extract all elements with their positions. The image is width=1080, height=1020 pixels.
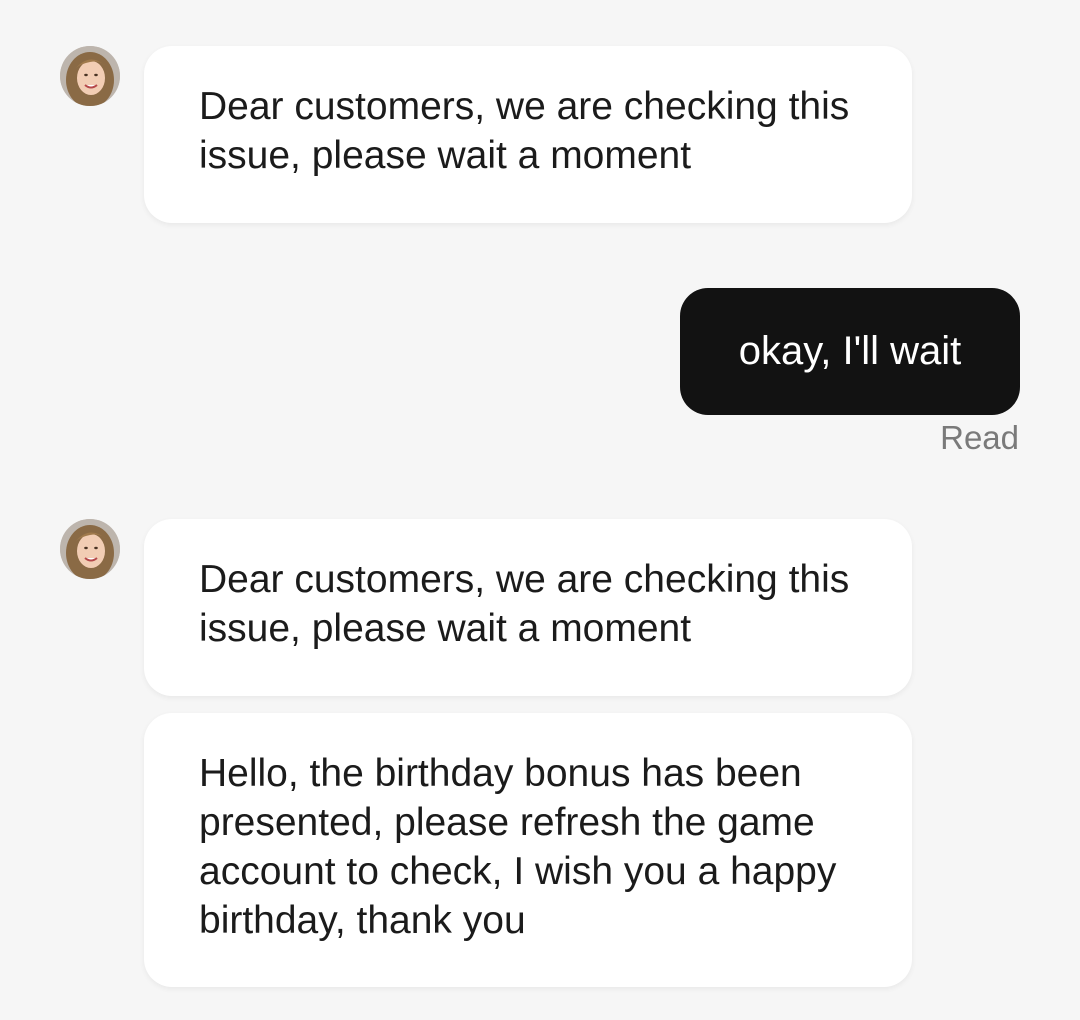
incoming-message-bubble[interactable]: Dear customers, we are checking this iss…: [144, 519, 912, 696]
message-text: okay, I'll wait: [738, 329, 962, 373]
message-text: Dear customers, we are checking this iss…: [199, 558, 850, 650]
read-status: Read: [940, 419, 1019, 456]
chat-conversation: Dear customers, we are checking this iss…: [0, 0, 1080, 1020]
agent-avatar[interactable]: [60, 46, 120, 106]
message-text: Hello, the birthday bonus has been prese…: [199, 752, 837, 942]
outgoing-message-bubble[interactable]: okay, I'll wait: [680, 288, 1020, 415]
incoming-message-bubble[interactable]: Hello, the birthday bonus has been prese…: [144, 713, 912, 987]
message-text: Dear customers, we are checking this iss…: [199, 85, 850, 177]
incoming-message-bubble[interactable]: Dear customers, we are checking this iss…: [144, 46, 912, 223]
agent-avatar[interactable]: [60, 519, 120, 579]
avatar-image: [60, 46, 120, 106]
avatar-image: [60, 519, 120, 579]
